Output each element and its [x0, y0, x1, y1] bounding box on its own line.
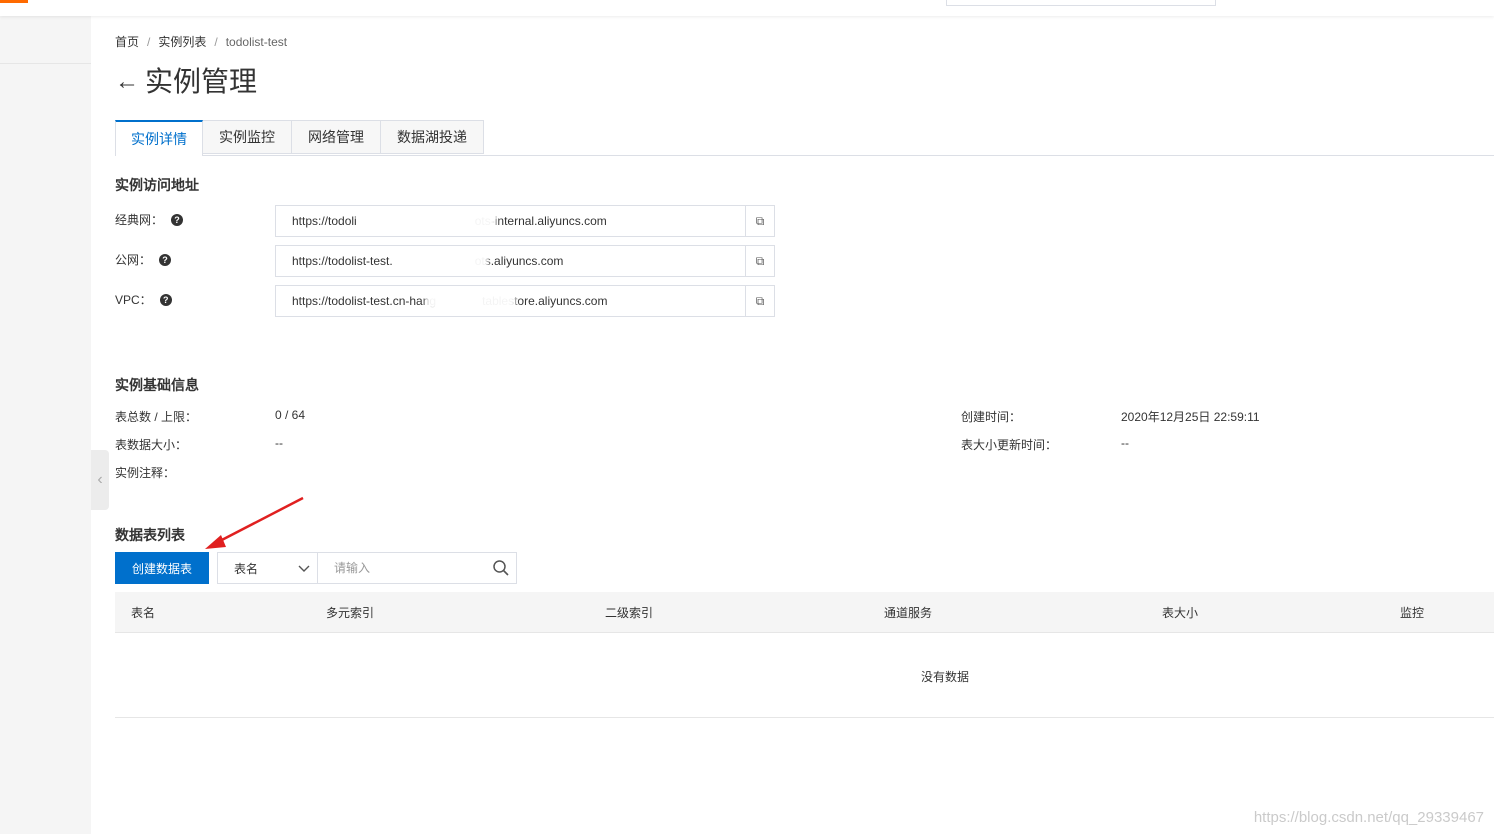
size-updated-time-value: --: [1121, 436, 1129, 450]
public-network-address-field[interactable]: https://todolist-test. ots.aliyuncs.com ⧉: [275, 245, 775, 277]
breadcrumb-home[interactable]: 首页: [115, 35, 139, 49]
search-input[interactable]: [334, 561, 474, 575]
logo[interactable]: [0, 0, 28, 3]
column-header-tunnel-service[interactable]: 通道服务: [884, 604, 932, 621]
copy-icon[interactable]: ⧉: [745, 246, 774, 276]
column-header-table-name[interactable]: 表名: [131, 604, 155, 621]
create-table-button[interactable]: 创建数据表: [115, 552, 209, 584]
chevron-left-icon: ‹: [97, 471, 103, 488]
search-field-select[interactable]: 表名: [217, 552, 318, 584]
classic-network-address-field[interactable]: https://todoli ots-internal.aliyuncs.com …: [275, 205, 775, 237]
classic-network-row: 经典网： ? https://todoli ots-internal.aliyun…: [115, 205, 815, 237]
table-count-label: 表总数 / 上限：: [115, 410, 198, 424]
address-label-text: 公网：: [115, 253, 152, 267]
breadcrumb-separator: /: [147, 35, 151, 49]
help-icon[interactable]: ?: [159, 293, 172, 306]
address-prefix: https://todolist-test.cn-hang: [292, 294, 437, 308]
breadcrumb-current: todolist-test: [225, 35, 288, 49]
access-section-title: 实例访问地址: [115, 177, 199, 193]
column-header-monitoring[interactable]: 监控: [1400, 604, 1424, 621]
breadcrumb-instances[interactable]: 实例列表: [158, 35, 206, 49]
table-toolbar: 创建数据表 表名: [115, 552, 517, 584]
top-bar: [0, 0, 1494, 16]
address-label-text: VPC：: [115, 293, 152, 307]
sidebar-divider: [0, 63, 91, 64]
page-header: ← 实例管理: [115, 68, 257, 96]
basic-info-section-title: 实例基础信息: [115, 377, 199, 393]
breadcrumb-separator: /: [214, 35, 218, 49]
address-value[interactable]: https://todolist-test. ots.aliyuncs.com: [276, 246, 745, 276]
top-search-box[interactable]: [946, 0, 1216, 6]
redaction-blur: [368, 212, 496, 230]
column-header-table-size[interactable]: 表大小: [1162, 604, 1198, 621]
address-label-text: 经典网：: [115, 213, 164, 227]
instance-note-label: 实例注释：: [115, 466, 176, 480]
search-icon[interactable]: [492, 559, 510, 577]
vpc-row: VPC： ? https://todolist-test.cn-hang tabl…: [115, 285, 815, 317]
chevron-down-icon: [298, 565, 310, 572]
column-header-secondary-index[interactable]: 二级索引: [605, 604, 653, 621]
help-icon[interactable]: ?: [171, 213, 184, 226]
redaction-blur: [426, 292, 516, 310]
address-value[interactable]: https://todolist-test.cn-hang tablestore.…: [276, 286, 745, 316]
sidebar: [0, 16, 91, 834]
sidebar-collapse-handle[interactable]: ‹: [91, 450, 109, 510]
table-size-label: 表数据大小：: [115, 438, 188, 452]
public-network-row: 公网： ? https://todolist-test. ots.aliyuncs…: [115, 245, 815, 277]
empty-state-text: 没有数据: [921, 670, 970, 684]
select-value: 表名: [234, 561, 259, 576]
table-size-value: --: [275, 436, 283, 450]
watermark: https://blog.csdn.net/qq_29339467: [1253, 809, 1484, 826]
vpc-label: VPC： ?: [115, 291, 172, 308]
created-time-label: 创建时间：: [961, 410, 1022, 424]
back-arrow-icon[interactable]: ←: [115, 70, 139, 94]
table-list-section-title: 数据表列表: [115, 527, 185, 543]
address-suffix: ots.aliyuncs.com: [474, 254, 564, 268]
address-prefix: https://todolist-test.: [292, 254, 393, 268]
size-updated-time-label: 表大小更新时间：: [961, 438, 1058, 452]
redaction-blur: [396, 252, 488, 270]
search-box[interactable]: [318, 552, 517, 584]
help-icon[interactable]: ?: [159, 253, 172, 266]
classic-network-label: 经典网： ?: [115, 211, 184, 228]
table-count-value: 0 / 64: [275, 408, 306, 422]
public-network-label: 公网： ?: [115, 251, 172, 268]
table-header: 表名 多元索引 二级索引 通道服务 表大小 监控: [115, 592, 1494, 633]
empty-table-body: 没有数据: [115, 633, 1494, 718]
tab-data-lake-delivery[interactable]: 数据湖投递: [381, 120, 484, 154]
copy-icon[interactable]: ⧉: [745, 286, 774, 316]
page-title: 实例管理: [145, 66, 258, 97]
vpc-address-field[interactable]: https://todolist-test.cn-hang tablestore.…: [275, 285, 775, 317]
tab-network-management[interactable]: 网络管理: [292, 120, 381, 154]
address-value[interactable]: https://todoli ots-internal.aliyuncs.com: [276, 206, 745, 236]
column-header-multi-index[interactable]: 多元索引: [326, 604, 374, 621]
tab-instance-monitoring[interactable]: 实例监控: [203, 120, 292, 154]
tab-instance-details[interactable]: 实例详情: [115, 120, 203, 156]
breadcrumb: 首页 / 实例列表 / todolist-test: [115, 33, 287, 50]
created-time-value: 2020年12月25日 22:59:11: [1121, 410, 1260, 424]
tab-bar: 实例详情 实例监控 网络管理 数据湖投递: [115, 120, 1494, 156]
copy-icon[interactable]: ⧉: [745, 206, 774, 236]
address-prefix: https://todoli: [292, 214, 357, 228]
